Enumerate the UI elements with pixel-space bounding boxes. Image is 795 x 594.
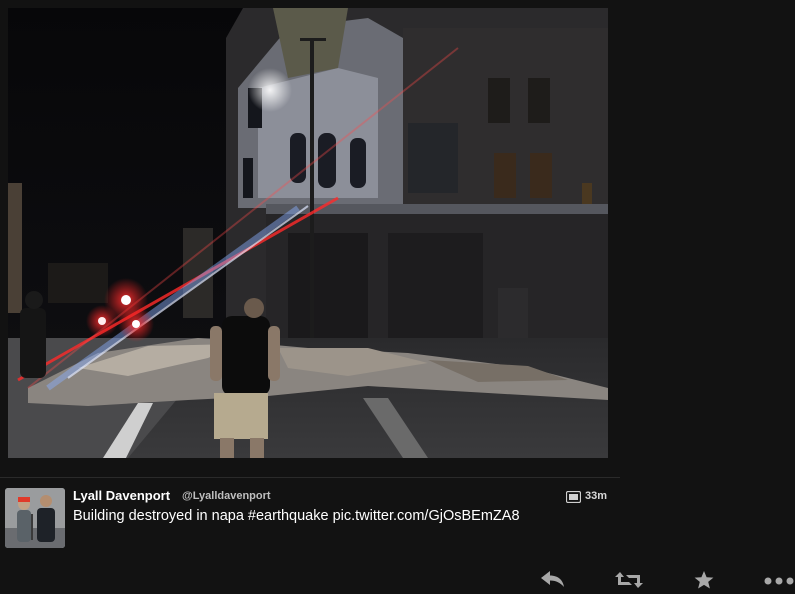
author-name[interactable]: Lyall Davenport: [73, 488, 170, 503]
tweet-timestamp[interactable]: 33m: [585, 490, 607, 502]
more-icon[interactable]: [764, 570, 795, 590]
retweet-icon[interactable]: [614, 570, 644, 590]
star-icon[interactable]: [693, 570, 715, 590]
image-icon: [565, 490, 582, 504]
tweet-text: Building destroyed in napa #earthquake p…: [73, 508, 520, 524]
reply-icon[interactable]: [540, 570, 566, 588]
avatar[interactable]: [5, 488, 65, 548]
tweet-photo[interactable]: [8, 8, 608, 458]
tweet[interactable]: Lyall Davenport @Lyalldavenport 33m Buil…: [0, 478, 795, 594]
author-handle[interactable]: @Lyalldavenport: [182, 490, 271, 502]
